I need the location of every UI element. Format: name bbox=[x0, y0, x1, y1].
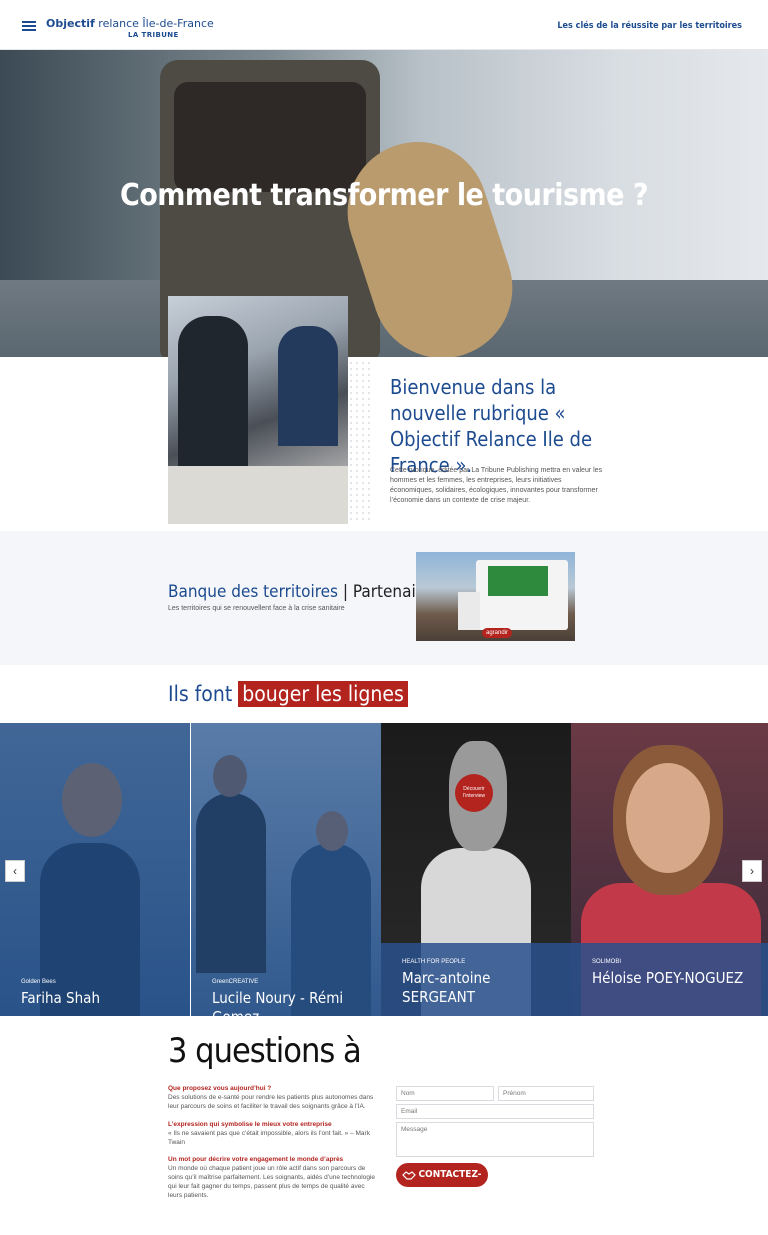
profile-company: GreenCREATIVE bbox=[212, 979, 259, 985]
profile-name: Héloise POEY-NOGUEZ bbox=[592, 969, 744, 987]
lines-prefix: Ils font bbox=[168, 682, 233, 706]
nom-field[interactable]: Nom bbox=[396, 1086, 494, 1101]
contact-button[interactable]: CONTACTEZ-MOI bbox=[396, 1163, 488, 1204]
intro-text: Cette rubrique, éditée par La Tribune Pu… bbox=[390, 467, 603, 504]
logo-bold-text: Objectif bbox=[46, 17, 95, 30]
qa-question: Que proposez vous aujourd’hui ? bbox=[168, 1085, 272, 1092]
profile-card[interactable]: Golden Bees Fariha Shah bbox=[0, 723, 190, 1016]
carousel-prev-arrow-icon[interactable]: ‹ bbox=[5, 860, 25, 882]
partner-title: Banque des territoires | Partenaire bbox=[168, 582, 431, 602]
qa-item: Que proposez vous aujourd’hui ? Des solu… bbox=[168, 1084, 380, 1111]
handshake-icon bbox=[402, 1171, 416, 1180]
enlarge-button[interactable]: agrandir bbox=[482, 628, 513, 638]
site-header: Objectif relance Île-de-France LA TRIBUN… bbox=[0, 0, 768, 50]
partner-subtitle: Les territoires qui se renouvellent face… bbox=[168, 605, 345, 612]
logo-subtitle: LA TRIBUNE bbox=[128, 31, 179, 39]
profile-name: Marc-antoine SERGEANT bbox=[402, 969, 491, 1006]
header-tagline: Les clés de la réussite par les territoi… bbox=[557, 21, 742, 31]
intro-title: Bienvenue dans la nouvelle rubrique « Ob… bbox=[390, 375, 593, 477]
intro-photo bbox=[168, 296, 348, 524]
profile-company: Golden Bees bbox=[21, 979, 56, 985]
hero-title: Comment transformer le tourisme ? bbox=[119, 178, 649, 213]
profile-card[interactable]: SOLIMOBI Héloise POEY-NOGUEZ bbox=[571, 723, 768, 1016]
section-title-lines: Ils font bouger les lignes bbox=[168, 681, 408, 707]
profile-name: Fariha Shah bbox=[21, 989, 101, 1007]
site-logo[interactable]: Objectif relance Île-de-France bbox=[46, 18, 214, 29]
prenom-field[interactable]: Prénom bbox=[498, 1086, 594, 1101]
partner-separator: | bbox=[342, 582, 349, 602]
qa-item: Un mot pour décrire votre engagement le … bbox=[168, 1155, 380, 1200]
partner-name[interactable]: Banque des territoires bbox=[168, 582, 338, 602]
lines-highlight: bouger les lignes bbox=[238, 681, 408, 707]
qa-answer: Un monde où chaque patient joue un rôle … bbox=[168, 1165, 376, 1199]
profile-card[interactable]: HEALTH FOR PEOPLE Marc-antoine SERGEANT bbox=[381, 723, 571, 1016]
qa-item: L’expression qui symbolise le mieux votr… bbox=[168, 1120, 380, 1147]
email-field[interactable]: Email bbox=[396, 1104, 594, 1119]
discover-interview-button[interactable]: Découvrir l’interview bbox=[455, 774, 493, 812]
profile-card[interactable]: GreenCREATIVE Lucile Noury - Rémi Gomez bbox=[191, 723, 381, 1016]
hamburger-menu-icon[interactable] bbox=[22, 21, 36, 31]
contact-button-label: CONTACTEZ-MOI bbox=[418, 1169, 482, 1204]
dotted-pattern bbox=[348, 360, 370, 524]
profile-company: SOLIMOBI bbox=[592, 959, 622, 965]
qa-question: L’expression qui symbolise le mieux votr… bbox=[168, 1121, 332, 1128]
logo-text: relance Île-de-France bbox=[94, 17, 214, 30]
hero-banner: Comment transformer le tourisme ? bbox=[0, 50, 768, 357]
carousel-next-arrow-icon[interactable]: › bbox=[742, 860, 762, 882]
qa-answer: Des solutions de e-santé pour rendre les… bbox=[168, 1094, 374, 1110]
profile-name: Lucile Noury - Rémi Gomez bbox=[212, 989, 344, 1016]
message-field[interactable]: Message bbox=[396, 1122, 594, 1157]
profile-company: HEALTH FOR PEOPLE bbox=[402, 959, 466, 965]
questions-title: 3 questions à bbox=[168, 1031, 362, 1071]
qa-question: Un mot pour décrire votre engagement le … bbox=[168, 1156, 344, 1163]
qa-answer: « Ils ne savaient pas que c’était imposs… bbox=[168, 1130, 370, 1146]
profiles-carousel: Golden Bees Fariha Shah GreenCREATIVE Lu… bbox=[0, 723, 768, 1016]
